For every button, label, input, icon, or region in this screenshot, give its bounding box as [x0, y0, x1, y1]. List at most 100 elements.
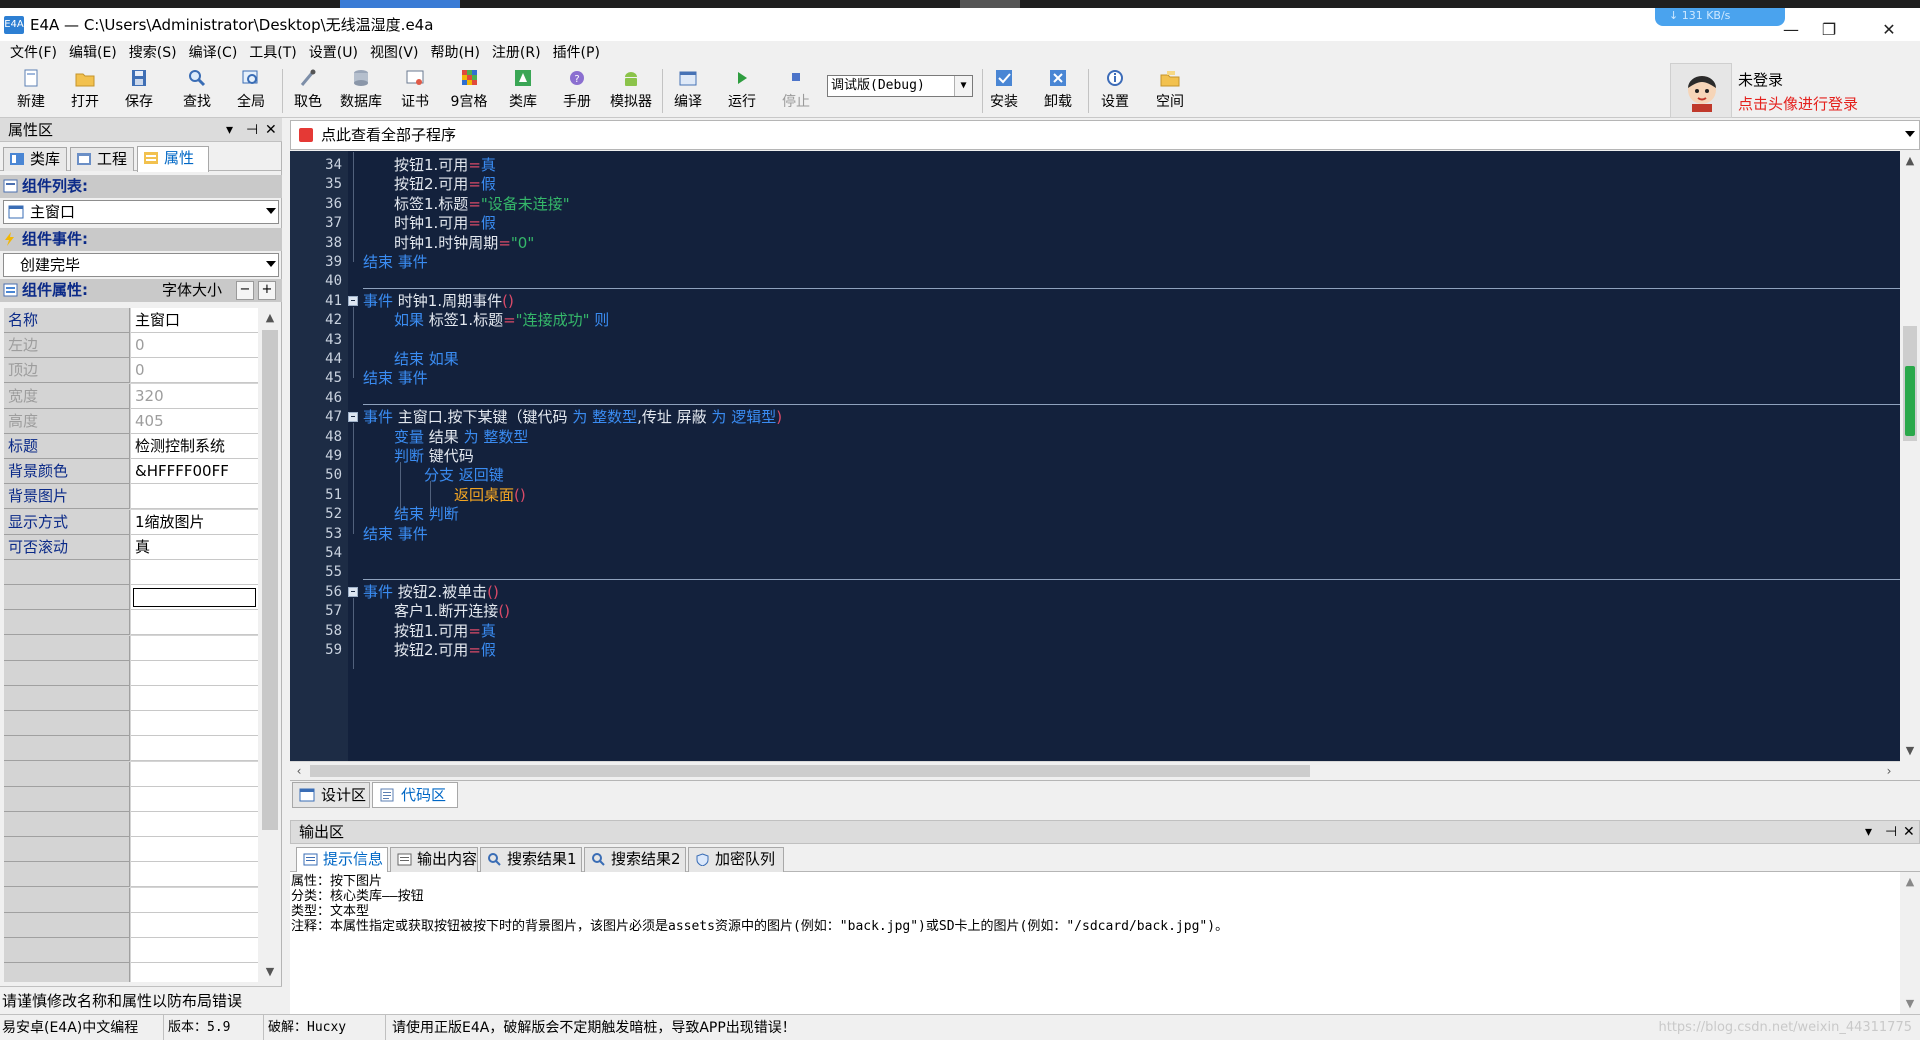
property-value[interactable]: [131, 837, 258, 863]
property-value[interactable]: 0: [131, 358, 258, 384]
scroll-down-icon[interactable]: ▼: [1900, 741, 1920, 761]
space-button[interactable]: 空间: [1145, 66, 1195, 116]
tab-library[interactable]: 类库: [3, 147, 67, 171]
manual-button[interactable]: ? 手册: [552, 66, 602, 116]
tab-search-result-1[interactable]: 搜索结果1: [480, 847, 582, 872]
menu-compile[interactable]: 编译(C): [183, 42, 244, 62]
property-value[interactable]: 1缩放图片: [131, 509, 258, 535]
property-row[interactable]: 标题 检测控制系统: [4, 434, 258, 459]
property-value[interactable]: [131, 963, 258, 982]
menu-settings[interactable]: 设置(U): [303, 42, 364, 62]
tab-encryption-queue[interactable]: 加密队列: [688, 847, 784, 872]
font-size-decrease-button[interactable]: −: [236, 281, 254, 300]
property-row[interactable]: [4, 711, 258, 737]
property-row[interactable]: 宽度 320: [4, 383, 258, 409]
property-row[interactable]: [4, 786, 258, 812]
tab-search-result-2[interactable]: 搜索结果2: [584, 847, 686, 872]
property-row[interactable]: [4, 686, 258, 711]
property-row[interactable]: [4, 912, 258, 938]
property-value[interactable]: [131, 912, 258, 938]
settings-button[interactable]: 设置: [1090, 66, 1140, 116]
property-row[interactable]: [4, 938, 258, 963]
output-scrollbar[interactable]: ▲ ▼: [1900, 872, 1920, 1014]
property-row[interactable]: 背景颜色 &HFFFF00FF: [4, 459, 258, 485]
property-value[interactable]: [131, 484, 258, 510]
code-line[interactable]: 59 按钮2.可用=假: [290, 638, 1900, 662]
property-row[interactable]: 背景图片: [4, 484, 258, 510]
property-value[interactable]: [131, 862, 258, 888]
subroutine-selector[interactable]: 点此查看全部子程序: [290, 120, 1920, 150]
scroll-down-icon[interactable]: ▼: [260, 962, 280, 982]
code-horizontal-scrollbar[interactable]: ‹ ›: [290, 761, 1900, 779]
property-row[interactable]: [4, 812, 258, 837]
property-row[interactable]: 顶边 0: [4, 358, 258, 384]
global-search-button[interactable]: 全局: [226, 66, 276, 116]
menu-plugins[interactable]: 插件(P): [547, 42, 606, 62]
close-icon[interactable]: ✕: [265, 118, 277, 142]
fold-toggle-icon[interactable]: [348, 412, 358, 423]
run-button[interactable]: 运行: [717, 66, 767, 116]
find-button[interactable]: 查找: [172, 66, 222, 116]
property-row[interactable]: 可否滚动真: [4, 534, 258, 560]
close-icon[interactable]: ✕: [1903, 821, 1915, 843]
property-row[interactable]: [4, 610, 258, 636]
panel-menu-icon[interactable]: ▾: [1865, 821, 1872, 843]
nine-grid-button[interactable]: 9宫格: [444, 66, 494, 116]
property-value[interactable]: 主窗口: [131, 308, 258, 333]
property-value[interactable]: [131, 610, 258, 636]
scroll-up-icon[interactable]: ▲: [260, 308, 280, 328]
restore-button[interactable]: ❐: [1806, 16, 1852, 44]
database-button[interactable]: 数据库: [336, 66, 386, 116]
property-value[interactable]: 405: [131, 408, 258, 434]
menu-edit[interactable]: 编辑(E): [63, 42, 123, 62]
property-value[interactable]: [131, 761, 258, 787]
tab-project[interactable]: 工程: [70, 147, 134, 171]
property-value[interactable]: [131, 786, 258, 812]
fold-toggle-icon[interactable]: [348, 586, 358, 597]
property-row[interactable]: [4, 660, 258, 686]
property-value[interactable]: [131, 736, 258, 762]
stop-button[interactable]: 停止: [771, 66, 821, 116]
tab-properties[interactable]: 属性: [137, 146, 209, 172]
tab-hint-info[interactable]: 提示信息: [296, 847, 388, 872]
scroll-right-icon[interactable]: ›: [1880, 762, 1898, 780]
property-value[interactable]: [131, 938, 258, 963]
compile-button[interactable]: 编译: [663, 66, 713, 116]
install-button[interactable]: 安装: [979, 66, 1029, 116]
pin-icon[interactable]: ⊣: [246, 118, 258, 142]
menu-file[interactable]: 文件(F): [4, 42, 63, 62]
property-value[interactable]: [131, 812, 258, 837]
property-value[interactable]: [131, 711, 258, 737]
property-value[interactable]: 真: [131, 534, 258, 560]
property-row[interactable]: 左边 0: [4, 333, 258, 359]
property-row[interactable]: [4, 635, 258, 661]
property-row[interactable]: [4, 963, 258, 982]
scroll-thumb[interactable]: [310, 765, 1310, 777]
property-value[interactable]: [131, 560, 258, 585]
property-value[interactable]: [131, 660, 258, 686]
code-vertical-scrollbar[interactable]: ▲ ▼: [1900, 151, 1920, 761]
font-size-increase-button[interactable]: +: [258, 281, 276, 300]
certificate-button[interactable]: 证书: [390, 66, 440, 116]
scroll-thumb[interactable]: [262, 330, 278, 830]
close-button[interactable]: ✕: [1866, 16, 1912, 44]
property-row[interactable]: 名称 主窗口: [4, 308, 258, 333]
event-select[interactable]: 创建完毕: [3, 253, 279, 277]
code-editor[interactable]: 34 按钮1.可用=真 35 按钮2.可用=假 36 标签1.标题="设备未连接" 37 时钟…: [290, 151, 1900, 761]
property-row[interactable]: [4, 585, 258, 611]
property-row[interactable]: 高度 405: [4, 408, 258, 434]
property-value[interactable]: &HFFFF00FF: [131, 459, 258, 485]
menu-register[interactable]: 注册(R): [486, 42, 547, 62]
login-hint-link[interactable]: 点击头像进行登录: [1738, 93, 1858, 114]
menu-tools[interactable]: 工具(T): [243, 42, 302, 62]
property-value[interactable]: [131, 887, 258, 913]
property-row[interactable]: 显示方式 1缩放图片: [4, 509, 258, 535]
scroll-up-icon[interactable]: ▲: [1900, 872, 1920, 892]
emulator-button[interactable]: 模拟器: [606, 66, 656, 116]
scroll-down-icon[interactable]: ▼: [1900, 994, 1920, 1014]
tab-output-content[interactable]: 输出内容: [390, 847, 478, 872]
uninstall-button[interactable]: 卸载: [1033, 66, 1083, 116]
tab-design[interactable]: 设计区: [292, 782, 370, 808]
tab-code[interactable]: 代码区: [372, 782, 458, 808]
avatar[interactable]: [1670, 63, 1732, 118]
